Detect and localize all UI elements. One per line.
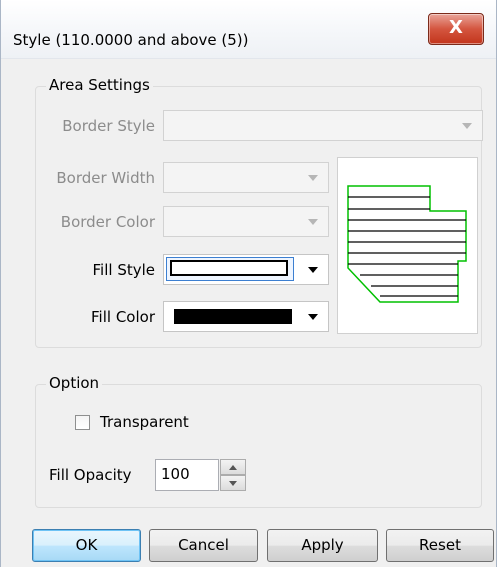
fill-style-select[interactable] <box>163 254 329 285</box>
transparent-label[interactable]: Transparent <box>100 413 189 431</box>
preview-hatch <box>348 196 466 297</box>
spin-down-button[interactable] <box>220 475 246 491</box>
border-width-label: Border Width <box>56 169 155 187</box>
border-color-label: Border Color <box>60 213 155 231</box>
window-title: Style (110.0000 and above (5)) <box>13 31 249 49</box>
chevron-down-icon <box>308 175 318 181</box>
close-button[interactable]: X <box>428 13 484 45</box>
reset-button[interactable]: Reset <box>386 529 494 562</box>
chevron-down-icon <box>308 314 318 320</box>
spin-up-button[interactable] <box>220 459 246 475</box>
fill-style-focus <box>166 257 294 281</box>
transparent-checkbox[interactable] <box>75 415 90 430</box>
style-dialog: Style (110.0000 and above (5)) X Area Se… <box>0 0 497 567</box>
close-icon: X <box>449 17 463 38</box>
chevron-down-icon <box>308 219 318 225</box>
option-group <box>35 384 482 508</box>
fill-color-swatch <box>174 309 292 324</box>
chevron-down-icon <box>462 123 472 129</box>
fill-style-label: Fill Style <box>92 261 155 279</box>
fill-color-select[interactable] <box>163 301 329 332</box>
border-style-label: Border Style <box>62 117 155 135</box>
fill-opacity-label: Fill Opacity <box>49 466 132 484</box>
chevron-down-icon <box>229 481 237 486</box>
area-settings-title: Area Settings <box>46 76 153 94</box>
apply-button[interactable]: Apply <box>267 529 378 562</box>
ok-button[interactable]: OK <box>32 529 141 562</box>
title-bar[interactable]: Style (110.0000 and above (5)) X <box>1 0 496 59</box>
style-preview <box>337 157 478 334</box>
border-width-select[interactable] <box>163 162 329 193</box>
border-style-select[interactable] <box>163 110 483 141</box>
chevron-up-icon <box>229 465 237 470</box>
fill-style-swatch <box>170 260 288 276</box>
fill-color-label: Fill Color <box>91 308 155 326</box>
fill-opacity-input[interactable]: 100 <box>155 459 219 491</box>
fill-opacity-spinner <box>220 459 246 491</box>
chevron-down-icon <box>308 267 318 273</box>
option-title: Option <box>46 374 103 392</box>
cancel-button[interactable]: Cancel <box>149 529 258 562</box>
preview-outline <box>347 185 467 303</box>
border-color-select[interactable] <box>163 206 329 237</box>
hatched-polygon-preview <box>347 185 467 303</box>
